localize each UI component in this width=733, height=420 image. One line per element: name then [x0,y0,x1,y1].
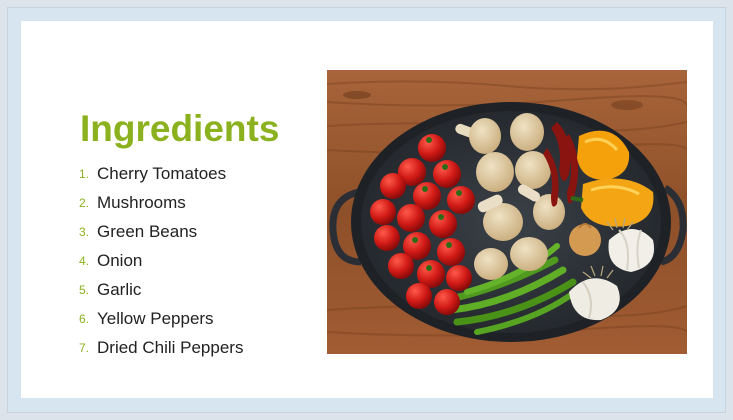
list-item: 2. Mushrooms [79,188,243,217]
list-item: 4. Onion [79,246,243,275]
list-number: 3. [79,224,90,239]
list-item: 7. Dried Chili Peppers [79,333,243,362]
list-number: 2. [79,195,90,210]
list-number: 7. [79,340,90,355]
list-number: 4. [79,253,90,268]
list-item-label: Mushrooms [97,192,186,212]
ingredients-list[interactable]: 1. Cherry Tomatoes 2. Mushrooms 3. Green Be… [79,159,243,362]
slide[interactable]: Ingredients 1. Cherry Tomatoes 2. Mushroom… [21,21,713,398]
list-item-label: Onion [97,250,143,270]
list-item-label: Dried Chili Peppers [97,337,244,357]
list-item-label: Green Beans [97,221,198,241]
list-item: 3. Green Beans [79,217,243,246]
list-item-label: Yellow Peppers [97,308,214,328]
list-item: 5. Garlic [79,275,243,304]
list-item-label: Cherry Tomatoes [97,163,227,183]
vegetables-in-pan-icon [327,70,687,354]
list-number: 5. [79,282,90,297]
list-item: 1. Cherry Tomatoes [79,159,243,188]
vegetables-photo[interactable] [327,70,687,354]
list-number: 1. [79,166,90,181]
list-number: 6. [79,311,90,326]
slide-title[interactable]: Ingredients [80,107,279,151]
list-item: 6. Yellow Peppers [79,304,243,333]
list-item-label: Garlic [97,279,142,299]
